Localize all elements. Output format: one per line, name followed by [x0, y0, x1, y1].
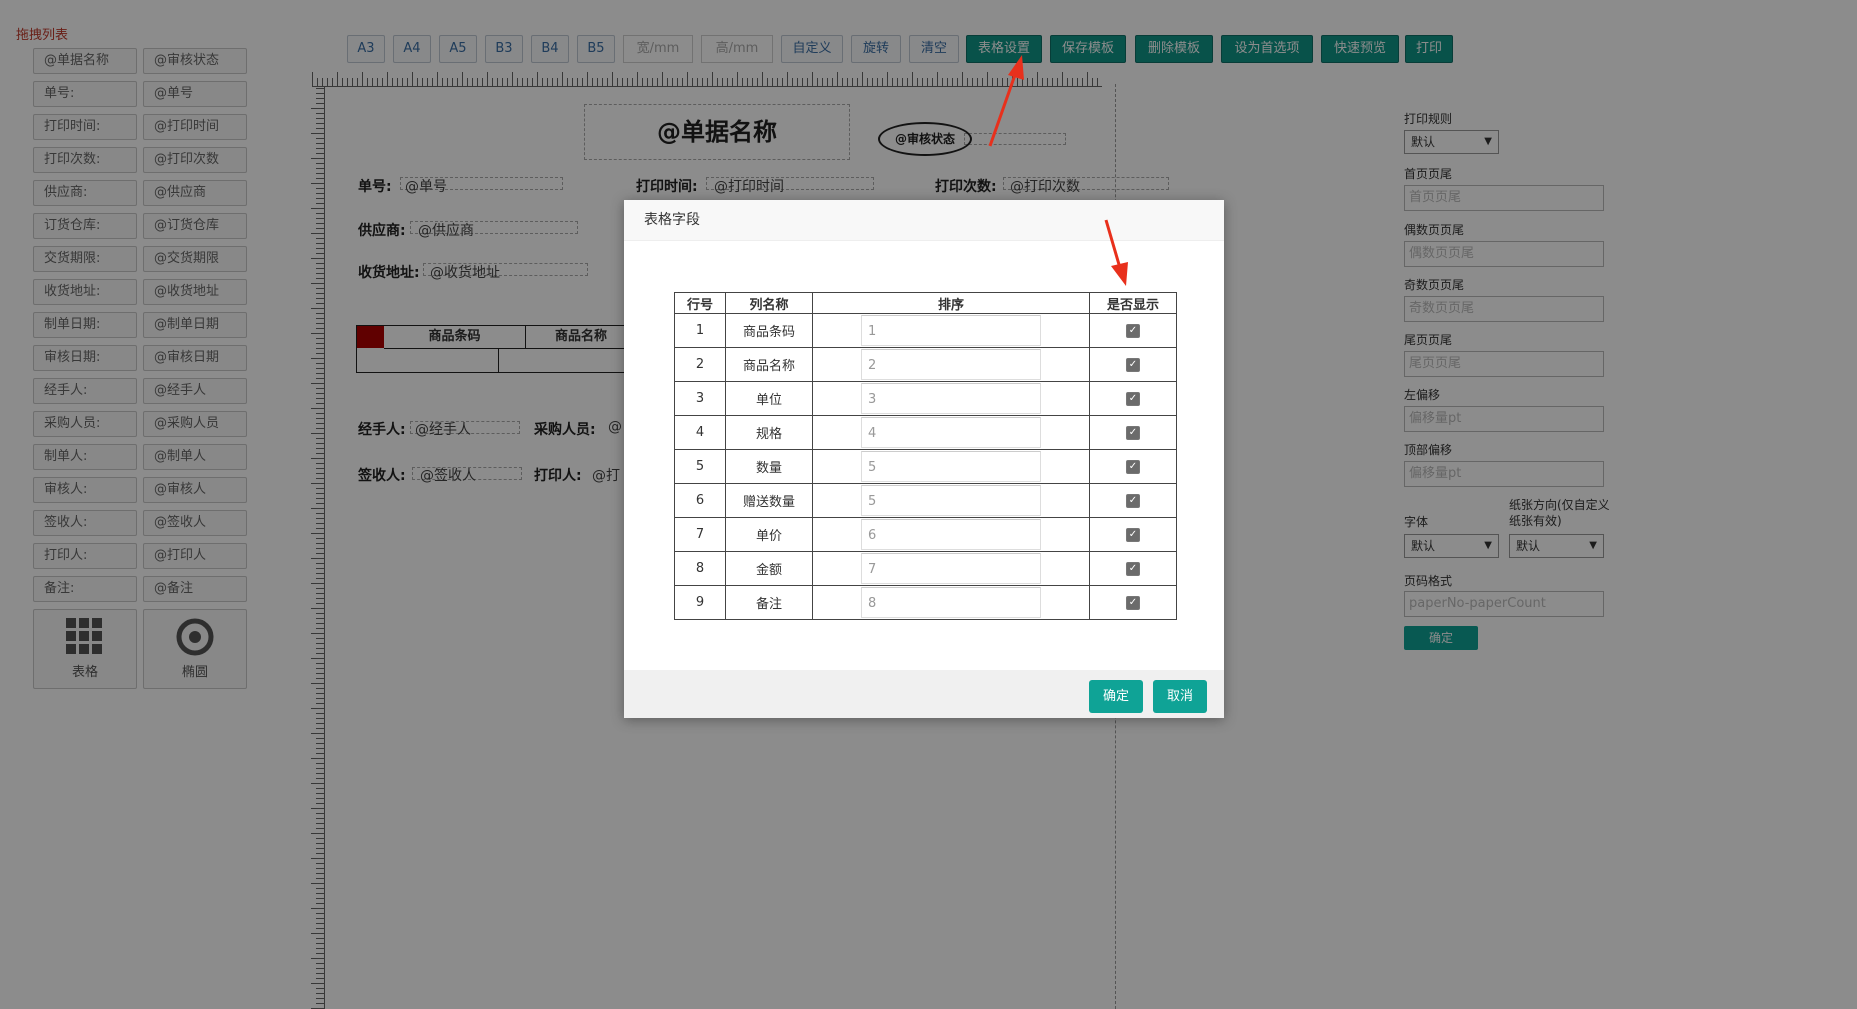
row-number: 8 [674, 551, 726, 586]
col-header-row-no: 行号 [674, 292, 726, 314]
row-number: 1 [674, 313, 726, 348]
table-row: 5 数量 5 ✓ [674, 449, 1177, 484]
visible-checkbox[interactable]: ✓ [1126, 459, 1140, 474]
sort-cell: 3 [812, 381, 1090, 416]
visible-cell: ✓ [1089, 381, 1177, 416]
sort-input[interactable]: 5 [861, 451, 1041, 482]
visible-checkbox[interactable]: ✓ [1126, 561, 1140, 576]
column-name: 单价 [725, 517, 813, 552]
sort-cell: 2 [812, 347, 1090, 382]
row-number: 3 [674, 381, 726, 416]
column-name: 商品名称 [725, 347, 813, 382]
sort-input[interactable]: 2 [861, 349, 1041, 380]
visible-checkbox[interactable]: ✓ [1126, 527, 1140, 542]
visible-checkbox[interactable]: ✓ [1126, 391, 1140, 406]
sort-cell: 4 [812, 415, 1090, 450]
row-number: 5 [674, 449, 726, 484]
col-header-name: 列名称 [725, 292, 813, 314]
sort-input[interactable]: 7 [861, 553, 1041, 584]
table-row: 6 赠送数量 5 ✓ [674, 483, 1177, 518]
visible-checkbox[interactable]: ✓ [1126, 323, 1140, 338]
table-row: 3 单位 3 ✓ [674, 381, 1177, 416]
row-number: 7 [674, 517, 726, 552]
dialog-ok-button[interactable]: 确定 [1089, 680, 1143, 713]
row-number: 4 [674, 415, 726, 450]
column-name: 规格 [725, 415, 813, 450]
sort-input[interactable]: 1 [861, 315, 1041, 346]
sort-cell: 6 [812, 517, 1090, 552]
table-row: 1 商品条码 1 ✓ [674, 313, 1177, 348]
sort-input[interactable]: 5 [861, 485, 1041, 516]
visible-cell: ✓ [1089, 449, 1177, 484]
visible-cell: ✓ [1089, 313, 1177, 348]
column-name: 数量 [725, 449, 813, 484]
table-row: 4 规格 4 ✓ [674, 415, 1177, 450]
visible-cell: ✓ [1089, 483, 1177, 518]
row-number: 9 [674, 585, 726, 620]
dialog-title: 表格字段 [624, 200, 1224, 241]
sort-cell: 7 [812, 551, 1090, 586]
visible-cell: ✓ [1089, 347, 1177, 382]
column-name: 赠送数量 [725, 483, 813, 518]
column-name: 商品条码 [725, 313, 813, 348]
table-row: 9 备注 8 ✓ [674, 585, 1177, 620]
visible-cell: ✓ [1089, 517, 1177, 552]
visible-checkbox[interactable]: ✓ [1126, 595, 1140, 610]
fields-table: 行号 列名称 排序 是否显示 1 商品条码 1 ✓ 2 商品名称 2 ✓ 3 单位 3 ✓ 4 规格 4 ✓ 5… [674, 292, 1177, 620]
sort-input[interactable]: 4 [861, 417, 1041, 448]
sort-cell: 5 [812, 449, 1090, 484]
row-number: 2 [674, 347, 726, 382]
visible-checkbox[interactable]: ✓ [1126, 493, 1140, 508]
column-name: 金额 [725, 551, 813, 586]
column-name: 备注 [725, 585, 813, 620]
row-number: 6 [674, 483, 726, 518]
column-name: 单位 [725, 381, 813, 416]
table-row: 7 单价 6 ✓ [674, 517, 1177, 552]
table-fields-dialog: 表格字段 行号 列名称 排序 是否显示 1 商品条码 1 ✓ 2 商品名称 2 ✓ 3 单位 3 ✓ 4… [624, 200, 1224, 718]
table-row: 8 金额 7 ✓ [674, 551, 1177, 586]
visible-checkbox[interactable]: ✓ [1126, 425, 1140, 440]
visible-checkbox[interactable]: ✓ [1126, 357, 1140, 372]
sort-input[interactable]: 6 [861, 519, 1041, 550]
dialog-cancel-button[interactable]: 取消 [1153, 680, 1207, 713]
sort-cell: 5 [812, 483, 1090, 518]
sort-input[interactable]: 8 [861, 587, 1041, 618]
visible-cell: ✓ [1089, 585, 1177, 620]
table-row: 2 商品名称 2 ✓ [674, 347, 1177, 382]
visible-cell: ✓ [1089, 551, 1177, 586]
sort-input[interactable]: 3 [861, 383, 1041, 414]
sort-cell: 1 [812, 313, 1090, 348]
col-header-visible: 是否显示 [1089, 292, 1177, 314]
visible-cell: ✓ [1089, 415, 1177, 450]
dialog-footer: 确定 取消 [624, 670, 1224, 718]
sort-cell: 8 [812, 585, 1090, 620]
col-header-sort: 排序 [812, 292, 1090, 314]
